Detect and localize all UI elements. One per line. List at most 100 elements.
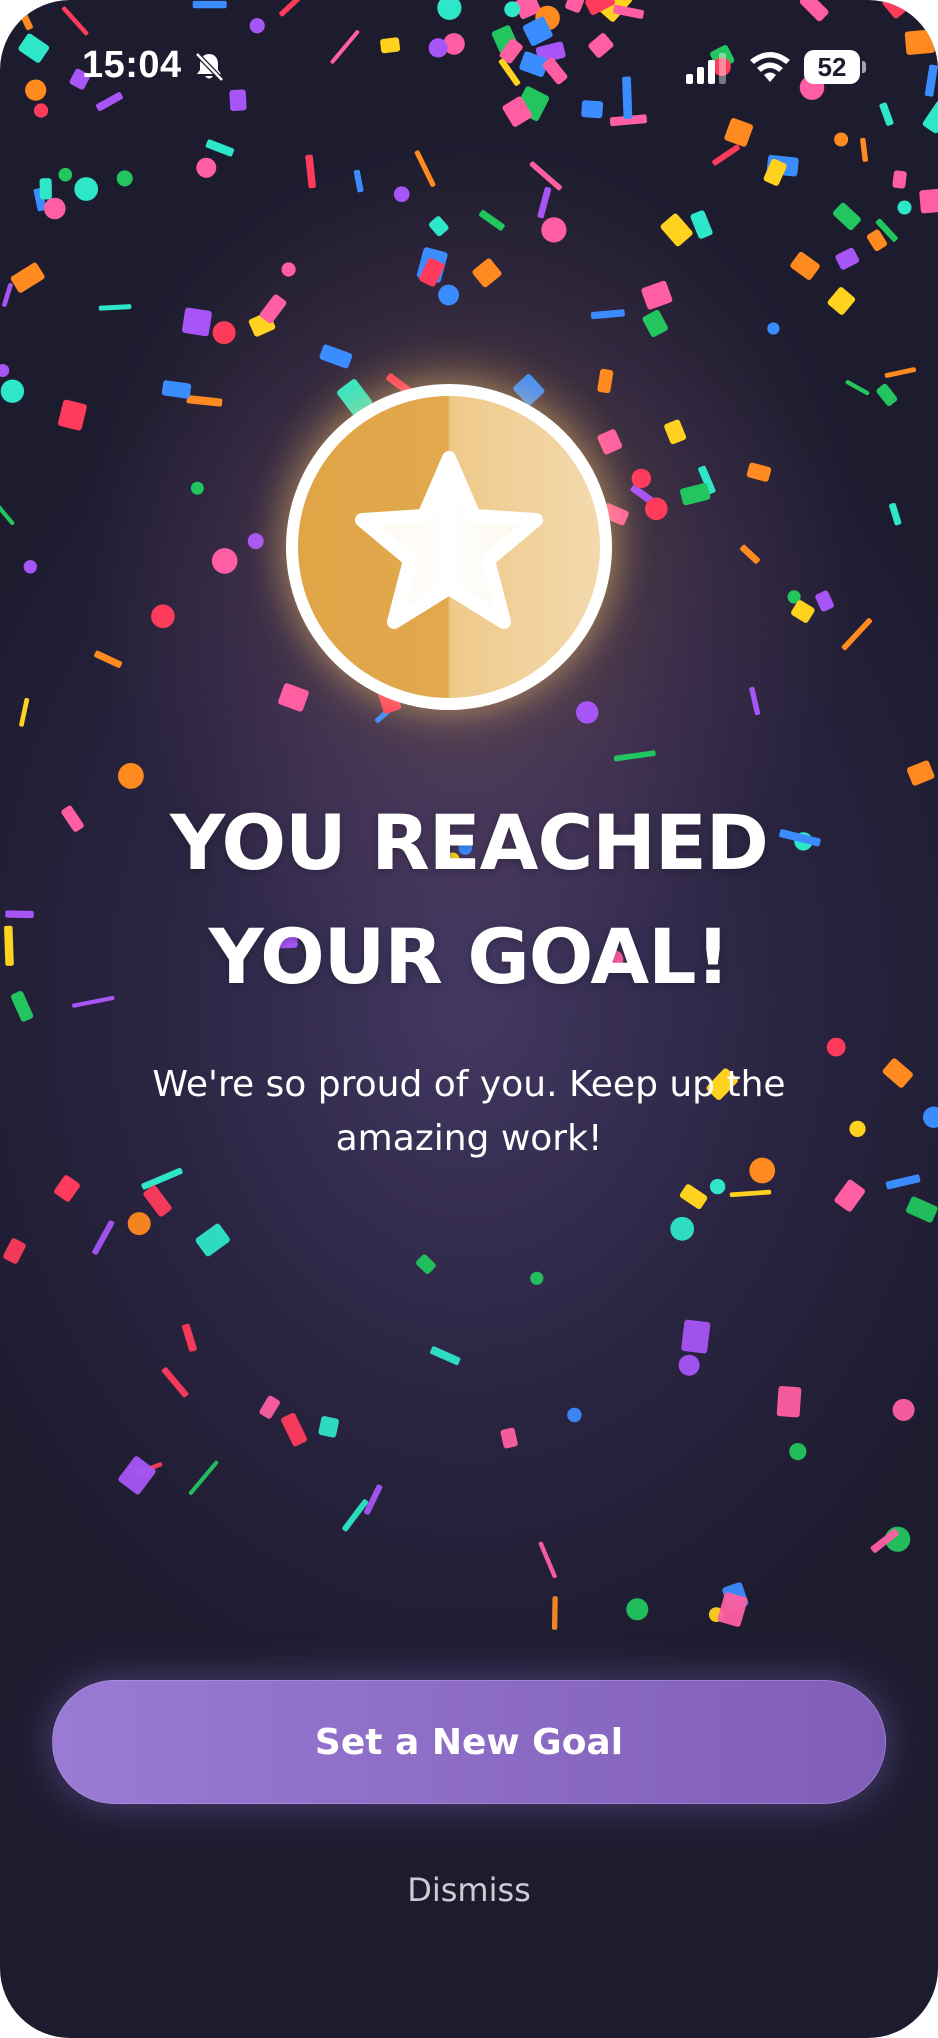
confetti-piece <box>419 257 445 287</box>
set-new-goal-button[interactable]: Set a New Goal <box>52 1680 886 1804</box>
confetti-piece <box>882 1058 913 1088</box>
confetti-piece <box>342 1499 369 1532</box>
confetti-piece <box>597 368 614 394</box>
confetti-piece <box>74 177 99 201</box>
confetti-piece <box>641 280 673 310</box>
confetti-piece <box>870 1528 899 1553</box>
confetti-piece <box>832 202 861 231</box>
headline-line-1: YOU REACHED <box>170 798 769 887</box>
confetti-piece <box>749 686 761 716</box>
confetti-piece <box>790 251 820 280</box>
confetti-piece <box>835 247 860 270</box>
confetti-piece <box>195 1223 230 1257</box>
confetti-piece <box>680 483 711 506</box>
confetti-piece <box>116 170 133 187</box>
confetti-piece <box>767 322 780 335</box>
confetti-piece <box>827 287 856 315</box>
confetti-piece <box>353 169 364 193</box>
confetti-piece <box>212 321 236 345</box>
confetti-piece <box>708 1607 724 1622</box>
confetti-piece <box>529 161 562 191</box>
confetti-piece <box>414 150 436 187</box>
star-icon <box>355 451 543 629</box>
confetti-piece <box>39 178 52 200</box>
confetti-piece <box>740 544 760 564</box>
confetti-piece <box>98 304 132 311</box>
confetti-piece <box>118 1456 156 1495</box>
confetti-piece <box>815 590 834 612</box>
confetti-piece <box>763 158 787 186</box>
confetti-piece <box>766 154 799 177</box>
confetti-piece <box>892 1398 915 1421</box>
confetti-piece <box>613 750 656 762</box>
confetti-piece <box>712 144 740 166</box>
page-title: YOU REACHED YOUR GOAL! <box>0 786 938 1014</box>
confetti-piece <box>0 495 15 526</box>
confetti-piece <box>642 310 668 338</box>
confetti-piece <box>670 1216 695 1241</box>
confetti-piece <box>10 262 45 293</box>
confetti-piece <box>133 1462 163 1477</box>
dismiss-button[interactable]: Dismiss <box>319 1860 619 1920</box>
confetti-piece <box>590 309 625 320</box>
confetti-piece <box>875 218 898 242</box>
confetti-piece <box>834 132 849 147</box>
confetti-piece <box>143 1185 172 1217</box>
confetti-piece <box>722 1582 749 1611</box>
confetti-piece <box>161 380 192 399</box>
confetti-piece <box>33 187 47 212</box>
confetti-piece <box>305 154 316 189</box>
confetti-piece <box>906 760 935 786</box>
confetti-piece <box>127 1212 151 1236</box>
confetti-piece <box>717 1592 748 1627</box>
confetti-piece <box>196 157 217 178</box>
status-time: 15:04 <box>82 44 182 86</box>
confetti-piece <box>416 1254 436 1274</box>
confetti-piece <box>94 650 123 668</box>
confetti-piece <box>551 1596 558 1630</box>
confetti-piece <box>576 701 599 724</box>
confetti-piece <box>182 1323 197 1352</box>
confetti-piece <box>281 262 296 277</box>
confetti-piece <box>141 1167 183 1190</box>
confetti-piece <box>791 600 815 623</box>
confetti-piece <box>626 1598 649 1621</box>
confetti-piece <box>698 465 716 495</box>
confetti-piece <box>58 399 87 431</box>
confetti-piece <box>709 1178 726 1195</box>
confetti-piece <box>530 1271 544 1285</box>
confetti-piece <box>538 1541 557 1579</box>
confetti-piece <box>0 364 10 377</box>
confetti-piece <box>151 604 175 629</box>
confetti-piece <box>789 1443 807 1461</box>
confetti-piece <box>117 763 144 789</box>
battery-icon: 52 <box>804 50 866 84</box>
confetti-piece <box>834 1179 865 1212</box>
confetti-piece <box>541 217 567 243</box>
confetti-piece <box>416 247 448 283</box>
confetti-piece <box>537 186 552 219</box>
confetti-piece <box>664 419 687 445</box>
confetti-piece <box>500 1427 518 1449</box>
confetti-piece <box>2 282 13 307</box>
confetti-piece <box>259 294 287 324</box>
confetti-piece <box>885 1526 911 1552</box>
headline-line-2: YOUR GOAL! <box>208 912 730 1001</box>
congrats-message: We're so proud of you. Keep up the amazi… <box>152 1064 786 1159</box>
confetti-piece <box>849 1120 866 1137</box>
confetti-piece <box>906 1196 938 1223</box>
confetti-piece <box>58 167 73 182</box>
confetti-piece <box>660 213 693 247</box>
confetti-piece <box>885 1174 921 1190</box>
confetti-piece <box>259 1395 280 1419</box>
confetti-piece <box>44 197 66 220</box>
confetti-piece <box>281 1413 308 1447</box>
confetti-piece <box>892 170 907 189</box>
confetti-piece <box>681 1319 711 1354</box>
confetti-piece <box>428 216 449 237</box>
confetti-piece <box>884 367 917 378</box>
cellular-signal-icon <box>686 53 726 84</box>
confetti-piece <box>430 1346 461 1366</box>
confetti-piece <box>318 1416 339 1438</box>
confetti-piece <box>690 210 713 239</box>
